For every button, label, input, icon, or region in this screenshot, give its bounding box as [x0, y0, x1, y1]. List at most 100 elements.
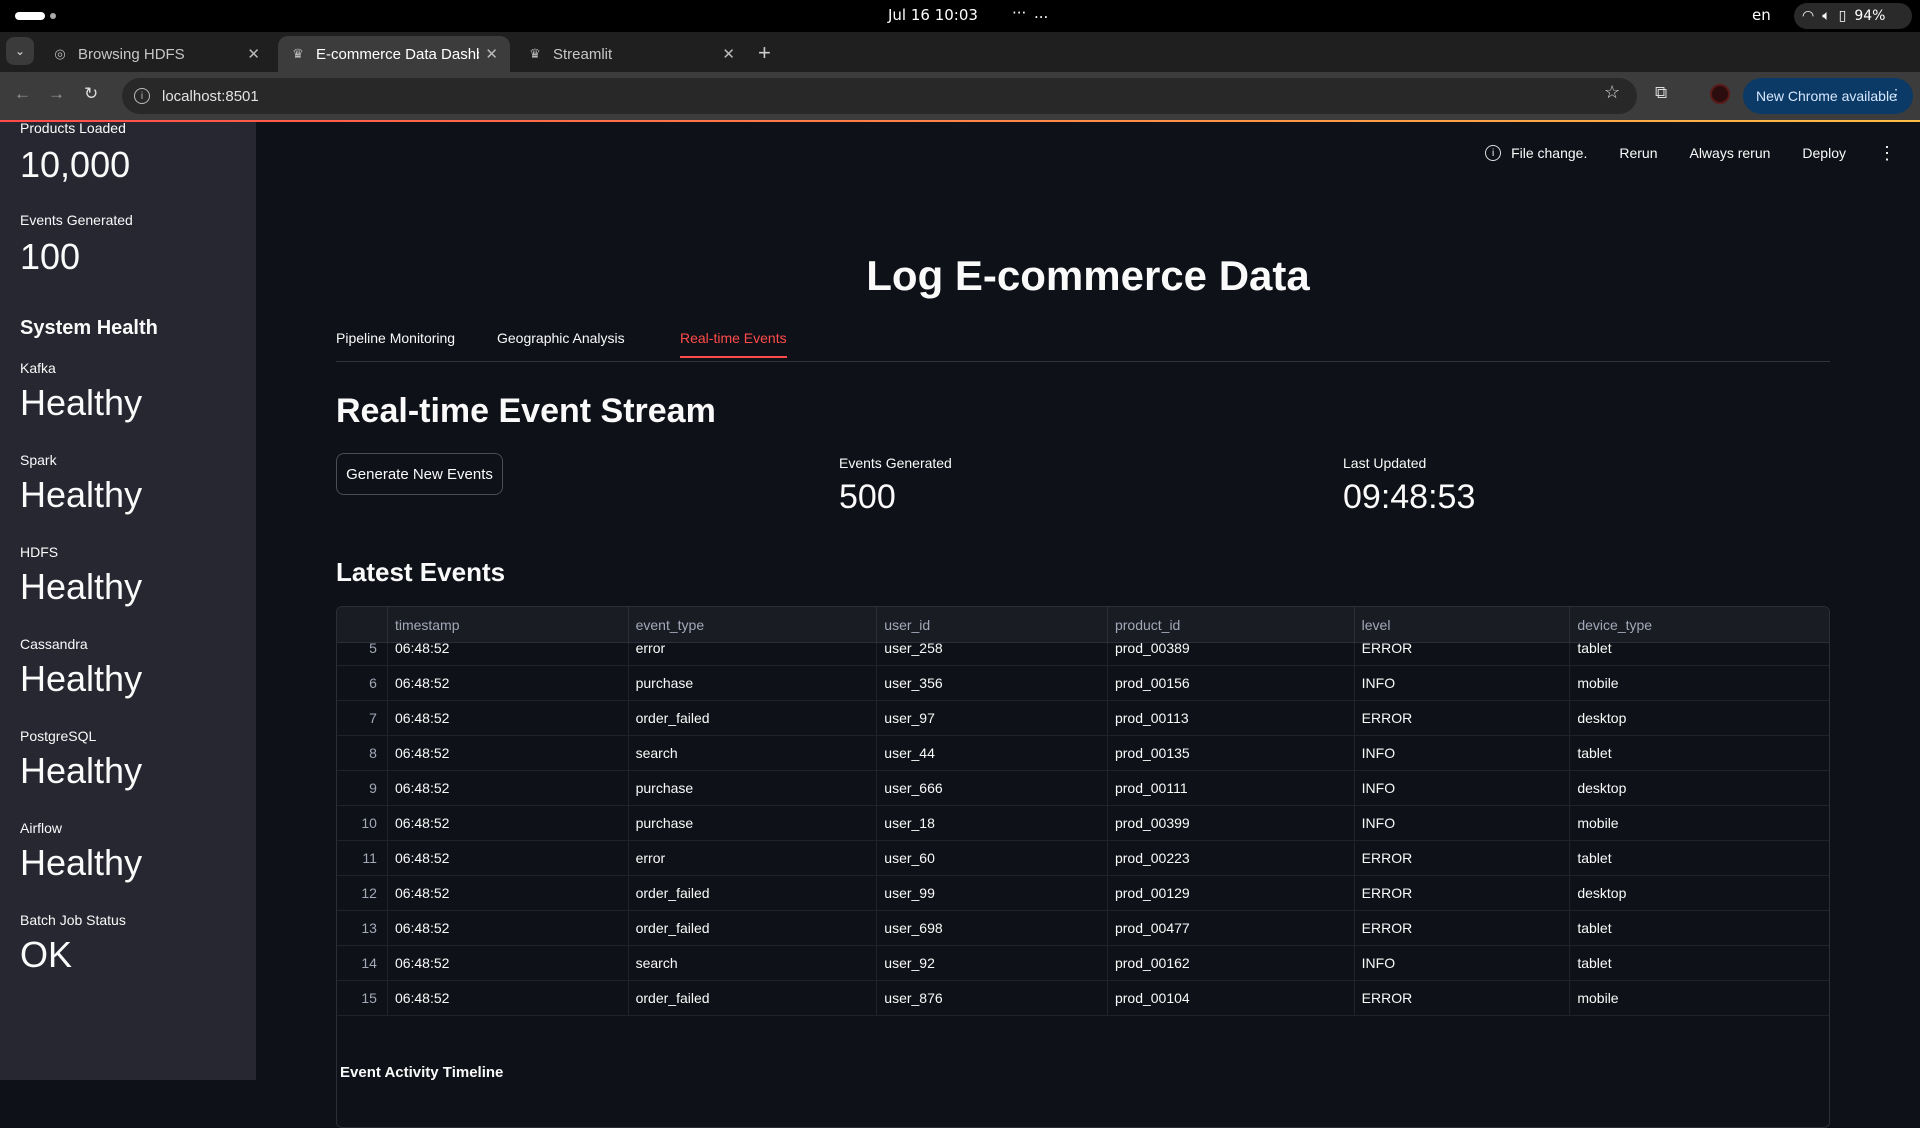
cell-user-id[interactable]: user_92 — [877, 946, 1108, 980]
cell-event-type[interactable]: error — [629, 841, 878, 875]
table-row[interactable]: 6 06:48:52 purchase user_356 prod_00156 … — [337, 666, 1829, 701]
cell-event-type[interactable]: order_failed — [629, 701, 878, 735]
new-tab-plus-icon[interactable]: + — [758, 40, 771, 66]
rerun-button[interactable]: Rerun — [1619, 145, 1657, 161]
header-timestamp[interactable]: timestamp — [388, 607, 629, 643]
cell-product-id[interactable]: prod_00104 — [1108, 981, 1355, 1015]
cell-user-id[interactable]: user_356 — [877, 666, 1108, 700]
cell-product-id[interactable]: prod_00129 — [1108, 876, 1355, 910]
cell-timestamp[interactable]: 06:48:52 — [388, 981, 629, 1015]
browser-tab-browsing-hdfs[interactable]: ◎ Browsing HDFS ✕ — [40, 36, 272, 72]
cell-user-id[interactable]: user_876 — [877, 981, 1108, 1015]
cell-event-type[interactable]: purchase — [629, 771, 878, 805]
cell-product-id[interactable]: prod_00162 — [1108, 946, 1355, 980]
cell-timestamp[interactable]: 06:48:52 — [388, 806, 629, 840]
cell-product-id[interactable]: prod_00111 — [1108, 771, 1355, 805]
cell-event-type[interactable]: order_failed — [629, 876, 878, 910]
cell-timestamp[interactable]: 06:48:52 — [388, 736, 629, 770]
extensions-puzzle-icon[interactable]: ⧉ — [1655, 83, 1667, 103]
cell-device-type[interactable]: mobile — [1570, 666, 1829, 700]
tray-dots[interactable]: ··· — [1012, 4, 1026, 22]
close-icon[interactable]: ✕ — [485, 45, 498, 63]
cell-event-type[interactable]: search — [629, 946, 878, 980]
tray-ellipsis[interactable]: ... — [1034, 4, 1048, 22]
cell-level[interactable]: ERROR — [1355, 701, 1571, 735]
browser-tab-streamlit[interactable]: ♛ Streamlit ✕ — [515, 36, 747, 72]
cell-event-type[interactable]: order_failed — [629, 981, 878, 1015]
cell-timestamp[interactable]: 06:48:52 — [388, 876, 629, 910]
url-text[interactable]: localhost:8501 — [162, 88, 259, 105]
cell-user-id[interactable]: user_18 — [877, 806, 1108, 840]
chrome-update-button[interactable]: New Chrome available ⋮ — [1743, 78, 1913, 114]
cell-device-type[interactable]: mobile — [1570, 806, 1829, 840]
tab-real-time-events[interactable]: Real-time Events — [680, 330, 787, 358]
cell-user-id[interactable]: user_44 — [877, 736, 1108, 770]
deploy-button[interactable]: Deploy — [1802, 145, 1846, 161]
cell-timestamp[interactable]: 06:48:52 — [388, 666, 629, 700]
system-status-menu[interactable]: ◠ 🔈︎ ▯ 94% — [1794, 3, 1912, 29]
cell-product-id[interactable]: prod_00135 — [1108, 736, 1355, 770]
cell-product-id[interactable]: prod_00113 — [1108, 701, 1355, 735]
cell-timestamp[interactable]: 06:48:52 — [388, 911, 629, 945]
keyboard-language[interactable]: en — [1752, 6, 1771, 24]
cell-level[interactable]: ERROR — [1355, 841, 1571, 875]
cell-timestamp[interactable]: 06:48:52 — [388, 701, 629, 735]
cell-event-type[interactable]: purchase — [629, 666, 878, 700]
cell-level[interactable]: INFO — [1355, 736, 1571, 770]
header-event-type[interactable]: event_type — [629, 607, 878, 643]
cell-device-type[interactable]: tablet — [1570, 946, 1829, 980]
cell-user-id[interactable]: user_698 — [877, 911, 1108, 945]
cell-device-type[interactable]: tablet — [1570, 841, 1829, 875]
back-arrow-icon[interactable]: ← — [14, 84, 31, 104]
forward-arrow-icon[interactable]: → — [48, 84, 65, 104]
cell-event-type[interactable]: order_failed — [629, 911, 878, 945]
cell-level[interactable]: INFO — [1355, 806, 1571, 840]
reload-icon[interactable]: ↻ — [84, 84, 98, 104]
workspace-indicator[interactable] — [15, 12, 45, 20]
close-icon[interactable]: ✕ — [247, 45, 260, 63]
close-icon[interactable]: ✕ — [722, 45, 735, 63]
browser-tab-ecommerce-dashboard[interactable]: ♛ E-commerce Data Dashb ✕ — [278, 36, 510, 72]
tab-pipeline-monitoring[interactable]: Pipeline Monitoring — [336, 330, 455, 354]
cell-device-type[interactable]: tablet — [1570, 736, 1829, 770]
cell-user-id[interactable]: user_99 — [877, 876, 1108, 910]
cell-timestamp[interactable]: 06:48:52 — [388, 771, 629, 805]
cell-device-type[interactable]: tablet — [1570, 911, 1829, 945]
table-row[interactable]: 13 06:48:52 order_failed user_698 prod_0… — [337, 911, 1829, 946]
cell-device-type[interactable]: desktop — [1570, 771, 1829, 805]
tab-geographic-analysis[interactable]: Geographic Analysis — [497, 330, 625, 354]
clock[interactable]: Jul 16 10:03 — [888, 6, 978, 24]
address-bar[interactable]: i localhost:8501 — [122, 78, 1637, 114]
table-row[interactable]: 12 06:48:52 order_failed user_99 prod_00… — [337, 876, 1829, 911]
cell-product-id[interactable]: prod_00156 — [1108, 666, 1355, 700]
table-row[interactable]: 9 06:48:52 purchase user_666 prod_00111 … — [337, 771, 1829, 806]
cell-timestamp[interactable]: 06:48:52 — [388, 841, 629, 875]
cell-level[interactable]: ERROR — [1355, 876, 1571, 910]
cell-user-id[interactable]: user_97 — [877, 701, 1108, 735]
events-dataframe[interactable]: 5 06:48:52 error user_258 prod_00389 ERR… — [336, 606, 1830, 1128]
tab-search-button[interactable]: ⌄ — [6, 37, 34, 65]
cell-user-id[interactable]: user_666 — [877, 771, 1108, 805]
table-row[interactable]: 7 06:48:52 order_failed user_97 prod_001… — [337, 701, 1829, 736]
cell-level[interactable]: INFO — [1355, 666, 1571, 700]
cell-event-type[interactable]: search — [629, 736, 878, 770]
always-rerun-button[interactable]: Always rerun — [1689, 145, 1770, 161]
table-row[interactable]: 8 06:48:52 search user_44 prod_00135 INF… — [337, 736, 1829, 771]
cell-timestamp[interactable]: 06:48:52 — [388, 946, 629, 980]
cell-level[interactable]: INFO — [1355, 771, 1571, 805]
header-device-type[interactable]: device_type — [1570, 607, 1829, 643]
cell-event-type[interactable]: purchase — [629, 806, 878, 840]
header-product-id[interactable]: product_id — [1108, 607, 1355, 643]
cell-device-type[interactable]: desktop — [1570, 701, 1829, 735]
table-row[interactable]: 10 06:48:52 purchase user_18 prod_00399 … — [337, 806, 1829, 841]
header-user-id[interactable]: user_id — [877, 607, 1108, 643]
table-row[interactable]: 11 06:48:52 error user_60 prod_00223 ERR… — [337, 841, 1829, 876]
workspace-dot[interactable] — [50, 13, 56, 19]
cell-product-id[interactable]: prod_00399 — [1108, 806, 1355, 840]
cell-level[interactable]: ERROR — [1355, 981, 1571, 1015]
cell-product-id[interactable]: prod_00477 — [1108, 911, 1355, 945]
cell-product-id[interactable]: prod_00223 — [1108, 841, 1355, 875]
bookmark-star-icon[interactable]: ☆ — [1604, 82, 1620, 103]
table-row[interactable]: 15 06:48:52 order_failed user_876 prod_0… — [337, 981, 1829, 1016]
cell-level[interactable]: INFO — [1355, 946, 1571, 980]
